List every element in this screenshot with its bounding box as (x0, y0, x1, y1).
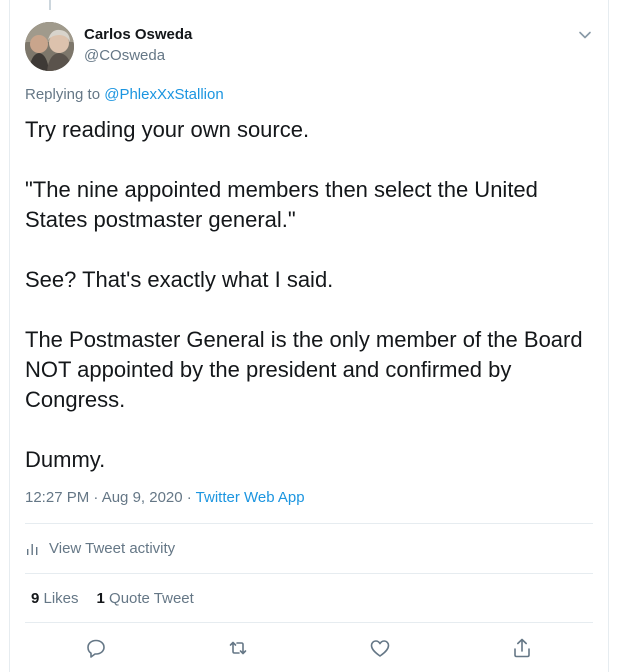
divider (25, 622, 593, 623)
quote-tweets-label: Quote Tweet (104, 590, 194, 607)
author-handle[interactable]: @COsweda (84, 47, 165, 64)
replying-to: Replying to @PhlexXxStallion (25, 86, 224, 103)
thread-connector-line (49, 0, 51, 10)
author-name[interactable]: Carlos Osweda (84, 26, 192, 43)
view-tweet-activity-label: View Tweet activity (49, 540, 176, 557)
tweet-text: Try reading your own source. "The nine a… (25, 117, 583, 472)
timeline-right-border (608, 0, 609, 672)
likes-stat[interactable]: 9 Likes (31, 590, 79, 607)
divider (25, 523, 593, 524)
like-button[interactable] (368, 636, 392, 660)
likes-label: Likes (39, 590, 79, 607)
tweet-stats: 9 Likes 1 Quote Tweet (31, 590, 212, 607)
tweet-source-link[interactable]: Twitter Web App (196, 489, 305, 506)
chevron-down-icon[interactable] (576, 26, 594, 44)
retweet-button[interactable] (226, 636, 250, 660)
reply-icon (87, 639, 105, 658)
retweet-icon (229, 641, 247, 655)
share-icon (514, 638, 530, 658)
replying-to-mention-link[interactable]: @PhlexXxStallion (104, 86, 223, 103)
avatar[interactable] (25, 22, 74, 71)
timeline-left-border (9, 0, 10, 672)
quote-tweets-count: 1 (96, 590, 105, 607)
replying-to-label: Replying to (25, 86, 101, 103)
like-icon (370, 640, 390, 657)
quote-tweets-stat[interactable]: 1 Quote Tweet (97, 590, 194, 607)
view-tweet-activity-link[interactable]: View Tweet activity (25, 540, 175, 557)
tweet-metadata: 12:27 PM · Aug 9, 2020 · Twitter Web App (25, 489, 305, 506)
divider (25, 573, 593, 574)
reply-button[interactable] (84, 636, 108, 660)
avatar-photo (25, 22, 74, 71)
share-button[interactable] (510, 636, 534, 660)
tweet-timestamp[interactable]: 12:27 PM · Aug 9, 2020 · (25, 489, 196, 506)
bar-chart-icon (27, 544, 38, 555)
